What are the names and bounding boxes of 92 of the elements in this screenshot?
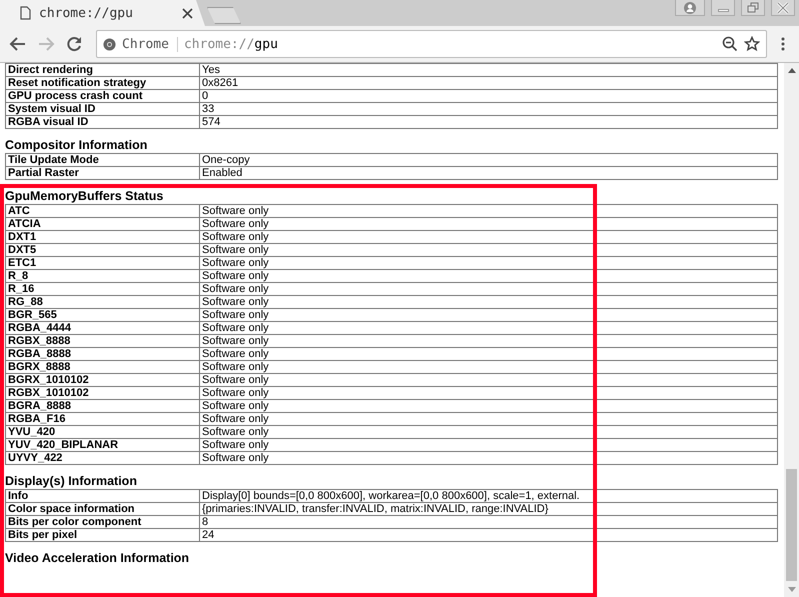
table-cell: Software only (200, 360, 778, 374)
table-cell: RGBA_8888 (6, 348, 200, 360)
table-cell: Software only (200, 412, 778, 426)
table-cell: ATCIA (6, 218, 200, 230)
minimize-button[interactable] (711, 0, 735, 16)
table-cell: YVU_420 (6, 426, 200, 438)
reload-icon (65, 35, 83, 53)
table-cell: RGBA visual ID (6, 116, 200, 128)
table-cell: Software only (200, 296, 778, 308)
address-bar[interactable]: Chrome chrome://gpu (96, 30, 767, 58)
tab-title: chrome://gpu (39, 6, 134, 20)
table-cell: GPU process crash count (6, 90, 200, 102)
table-cell: ETC1 (6, 256, 200, 270)
table-cell: {primaries:INVALID, transfer:INVALID, matrix:INVALID, range:INVALID} (200, 502, 778, 516)
bookmark-star-icon[interactable] (744, 36, 760, 52)
profile-button[interactable] (675, 0, 705, 16)
url-text: chrome://gpu (184, 36, 279, 52)
table-cell: BGR_565 (6, 308, 200, 322)
scroll-up-icon[interactable] (788, 68, 796, 73)
table-cell: Display[0] bounds=[0,0 800x600], workarea=[0,0 800x600], scale=1, external. (200, 490, 778, 502)
table-cell: Info (6, 490, 200, 502)
table-cell: 0 (200, 90, 778, 102)
section-heading: Video Acceleration Information (5, 550, 190, 566)
table-cell: Software only (200, 334, 778, 348)
minimize-icon (718, 9, 728, 12)
table-cell: R_8 (6, 270, 200, 282)
back-arrow-icon (9, 35, 27, 53)
table-cell: BGRX_8888 (6, 360, 200, 374)
table-cell: Software only (200, 400, 778, 412)
table-cell: Software only (200, 452, 778, 464)
chrome-logo-icon (103, 38, 116, 50)
new-tab-button[interactable] (207, 7, 241, 24)
table-cell: Enabled (200, 166, 778, 180)
table-cell: RGBA_4444 (6, 322, 200, 334)
section-heading: GpuMemoryBuffers Status (5, 188, 164, 204)
table-cell: Software only (200, 218, 778, 230)
table-cell: Software only (200, 270, 778, 282)
table-cell: Software only (200, 204, 778, 218)
table-cell: 0x8261 (200, 76, 778, 90)
table-cell: RGBX_8888 (6, 334, 200, 348)
table-cell: Reset notification strategy (6, 76, 200, 90)
table-cell: BGRX_1010102 (6, 374, 200, 386)
table-cell: RG_88 (6, 296, 200, 308)
table-cell: Software only (200, 374, 778, 386)
table-cell: Yes (200, 64, 778, 76)
table-cell: Software only (200, 438, 778, 452)
table-cell: Software only (200, 244, 778, 256)
table-cell: RGBX_1010102 (6, 386, 200, 400)
table-cell: YUV_420_BIPLANAR (6, 438, 200, 452)
forward-arrow-icon (37, 35, 55, 53)
table-cell: RGBA_F16 (6, 412, 200, 426)
table-cell: UYVY_422 (6, 452, 200, 464)
table-cell: Software only (200, 386, 778, 400)
table-cell: 33 (200, 102, 778, 116)
section-heading: Display(s) Information (5, 473, 138, 489)
table-cell: Direct rendering (6, 64, 200, 76)
person-icon (684, 2, 696, 14)
table-cell: DXT5 (6, 244, 200, 256)
menu-icon (781, 37, 785, 51)
table-cell: Software only (200, 426, 778, 438)
table-cell: 574 (200, 116, 778, 128)
restore-icon (747, 2, 759, 14)
table-cell: Software only (200, 256, 778, 270)
table-cell: Software only (200, 308, 778, 322)
page-icon (20, 6, 31, 20)
table-cell: Bits per pixel (6, 528, 200, 542)
table-cell: System visual ID (6, 102, 200, 116)
table-cell: Software only (200, 282, 778, 296)
scroll-down-icon[interactable] (788, 587, 796, 592)
table-cell: R_16 (6, 282, 200, 296)
restore-button[interactable] (741, 0, 765, 16)
section-heading: Compositor Information (5, 137, 148, 153)
table-cell: Tile Update Mode (6, 154, 200, 166)
close-window-button[interactable] (771, 0, 795, 16)
table-cell: Software only (200, 348, 778, 360)
table-cell: 24 (200, 528, 778, 542)
table-cell: Color space information (6, 502, 200, 516)
table-cell: ATC (6, 204, 200, 218)
close-icon (777, 2, 789, 14)
table-cell: Software only (200, 322, 778, 334)
table-cell: 8 (200, 516, 778, 528)
close-icon[interactable] (182, 8, 193, 18)
table-cell: BGRA_8888 (6, 400, 200, 412)
scrollbar-thumb[interactable] (786, 469, 797, 581)
zoom-out-icon[interactable] (722, 36, 738, 52)
table-cell: DXT1 (6, 230, 200, 244)
table-cell: One-copy (200, 154, 778, 166)
table-cell: Software only (200, 230, 778, 244)
table-cell: Partial Raster (6, 166, 200, 180)
origin-label: Chrome (122, 36, 178, 52)
table-cell: Bits per color component (6, 516, 200, 528)
browser-tab[interactable]: chrome://gpu (0, 0, 205, 26)
